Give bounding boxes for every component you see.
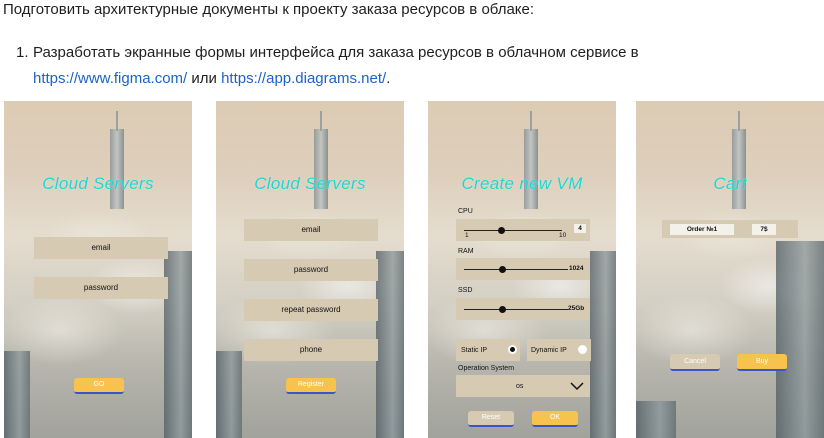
task-text: Разработать экранные формы интерфейса дл… — [33, 44, 639, 61]
screen-title: Cart — [713, 174, 747, 193]
task-end: . — [386, 70, 391, 87]
background-spire — [738, 111, 740, 131]
figma-link[interactable]: https://www.figma.com/ — [33, 70, 187, 87]
ssd-slider-track[interactable] — [464, 309, 568, 310]
diagrams-link[interactable]: https://app.diagrams.net/ — [221, 70, 386, 87]
task-or: или — [187, 70, 222, 87]
background-building — [376, 251, 404, 438]
chevron-down-icon[interactable] — [570, 382, 584, 391]
login-screen: Cloud Servers email password GO — [4, 101, 192, 438]
ram-label: RAM — [458, 248, 474, 255]
static-ip-radio[interactable] — [508, 345, 517, 354]
go-button[interactable]: GO — [74, 378, 124, 394]
password-field[interactable]: password — [34, 277, 168, 299]
intro-text: Подготовить архитектурные документы к пр… — [3, 1, 535, 18]
register-screen: Cloud Servers email password repeat pass… — [216, 101, 404, 438]
background-building — [216, 351, 242, 438]
cancel-button[interactable]: Cancel — [670, 354, 720, 371]
buy-button[interactable]: Buy — [737, 354, 787, 371]
order-name: Order №1 — [670, 224, 734, 235]
background-spire — [530, 111, 532, 131]
ok-button[interactable]: OK — [532, 411, 578, 427]
os-label: Operation System — [458, 365, 515, 372]
background-building — [164, 251, 192, 438]
repeat-password-field[interactable]: repeat password — [244, 299, 378, 321]
cpu-label: CPU — [458, 208, 473, 215]
cpu-max: 10 — [559, 232, 567, 239]
static-ip-label: Static IP — [461, 347, 488, 354]
background-skyline — [524, 129, 538, 209]
background-spire — [116, 111, 118, 131]
reset-button[interactable]: Reset — [468, 411, 514, 427]
background-building — [4, 351, 30, 438]
background-building — [590, 251, 616, 438]
ssd-value: 25Gb — [568, 305, 585, 312]
ram-slider-knob[interactable] — [499, 266, 506, 273]
background-building — [636, 401, 676, 438]
cart-screen: Cart Order №1 7$ Cancel Buy — [636, 101, 824, 438]
password-field[interactable]: password — [244, 259, 378, 281]
cpu-slider-knob[interactable] — [498, 227, 505, 234]
screen-title: Cloud Servers — [42, 174, 154, 193]
screen-title: Cloud Servers — [254, 174, 366, 193]
ram-slider-track[interactable] — [464, 269, 568, 270]
background-skyline — [110, 129, 124, 209]
cpu-value[interactable]: 4 — [574, 224, 586, 233]
ssd-label: SSD — [458, 287, 473, 294]
create-vm-screen: Create new VM CPU 1 10 4 RAM 1024 SSD 25… — [428, 101, 616, 438]
background-building — [776, 241, 824, 438]
background-spire — [320, 111, 322, 131]
order-price: 7$ — [752, 224, 776, 235]
email-field[interactable]: email — [34, 237, 168, 259]
background-skyline — [732, 129, 746, 209]
os-value: os — [516, 383, 524, 390]
screen-title: Create new VM — [461, 174, 583, 193]
task-item: 1. Разработать экранные формы интерфейса … — [16, 40, 816, 92]
register-button[interactable]: Register — [286, 378, 336, 394]
dynamic-ip-radio[interactable] — [578, 345, 587, 354]
task-number: 1. — [16, 44, 29, 61]
email-field[interactable]: email — [244, 219, 378, 241]
dynamic-ip-label: Dynamic IP — [531, 347, 567, 354]
phone-field[interactable]: phone — [244, 339, 378, 361]
ram-value: 1024 — [569, 265, 584, 272]
ssd-slider-knob[interactable] — [499, 306, 506, 313]
cpu-slider-track[interactable] — [464, 230, 562, 231]
background-skyline — [314, 129, 328, 209]
cpu-min: 1 — [465, 232, 469, 239]
